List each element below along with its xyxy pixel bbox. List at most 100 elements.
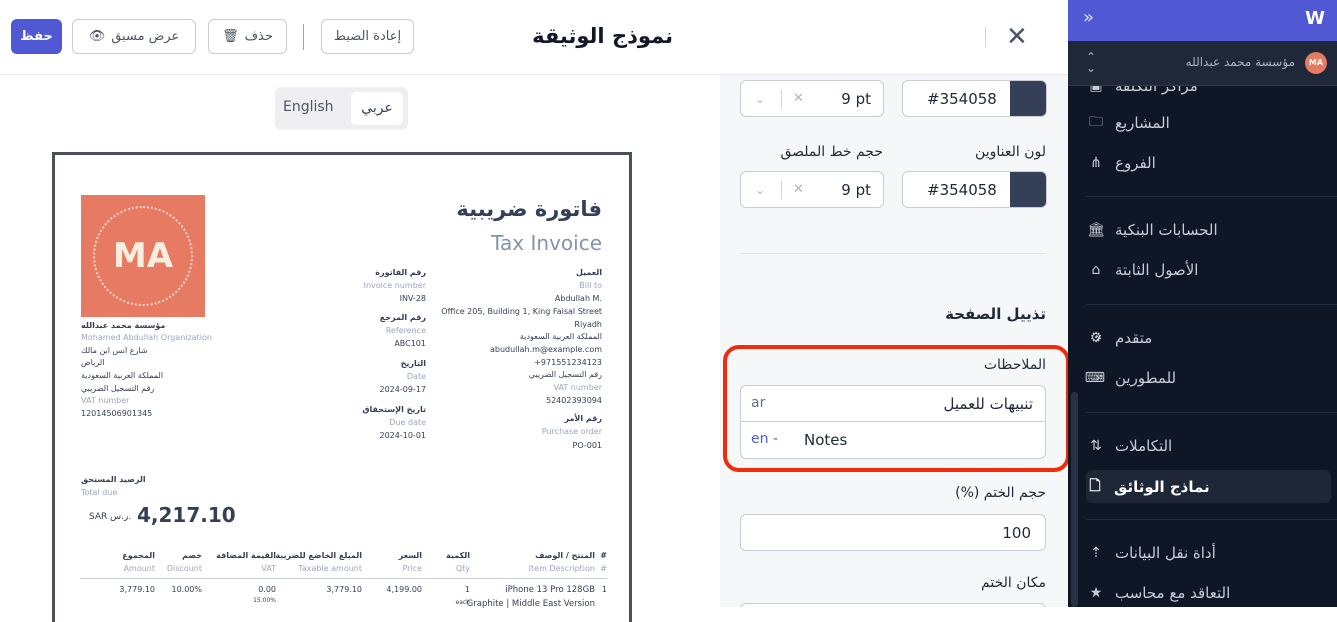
- eye-icon: 👁: [88, 29, 106, 44]
- close-icon[interactable]: ✕: [1006, 22, 1028, 52]
- notes-ar-input[interactable]: ar تنبيهات للعميل: [741, 386, 1045, 422]
- sidebar-divider: [1086, 196, 1337, 197]
- delete-button[interactable]: 🗑 حذف: [208, 19, 287, 54]
- chevron-left-icon[interactable]: ‹: [1095, 330, 1101, 346]
- sidebar-item-document-templates[interactable]: 🗋 نماذج الوثائق: [1086, 470, 1331, 503]
- document-template-icon: 🗋: [1089, 477, 1101, 494]
- row-num: 1: [601, 585, 607, 594]
- label-font-size-select[interactable]: ⌄ ✕ 9 pt: [740, 171, 884, 208]
- sidebar-item-advanced[interactable]: ⚙ متقدم ‹: [1087, 322, 1327, 354]
- folder-icon: 🗀: [1089, 114, 1103, 130]
- bill-to-label: العميل: [575, 268, 602, 277]
- sidebar-item-label: المشاريع: [1115, 114, 1170, 132]
- sidebar-item-label: أداة نقل البيانات: [1115, 544, 1216, 562]
- sidebar-item-hire-accountant[interactable]: ★ التعاقد مع محاسب: [1087, 577, 1327, 607]
- col-header-en: Amount: [123, 564, 155, 573]
- sidebar-item-label: الحسابات البنكية: [1115, 221, 1218, 239]
- headings-color-field[interactable]: #354058: [902, 171, 1047, 208]
- preview-button[interactable]: 👁 عرض مسبق: [72, 19, 196, 54]
- sidebar-item-label: نماذج الوثائق: [1114, 477, 1210, 496]
- chevron-down-icon[interactable]: ⌄: [755, 92, 765, 106]
- sidebar-item-data-migration[interactable]: ⇡ أداة نقل البيانات: [1087, 537, 1327, 569]
- meta-label-en: Date: [406, 372, 426, 381]
- sidebar: » W ▣ مراكز التكلفة ⌃ ⌄ مؤسسة محمد عبدالله…: [1068, 0, 1337, 607]
- clear-icon[interactable]: ✕: [793, 91, 804, 106]
- chevron-left-icon[interactable]: ‹: [1095, 370, 1101, 386]
- customer-city: Riyadh: [574, 320, 602, 329]
- sidebar-item-projects[interactable]: 🗀 المشاريع: [1087, 107, 1327, 139]
- sidebar-item-label: للمطورين: [1115, 369, 1177, 387]
- col-header-en: Qty: [455, 564, 470, 573]
- sidebar-top-bar: » W: [1068, 0, 1337, 41]
- meta-label-en: Due date: [389, 418, 426, 427]
- stamp-size-input[interactable]: 100: [740, 514, 1046, 551]
- chevron-down-icon[interactable]: ⌄: [755, 183, 765, 197]
- sidebar-item-label: التكاملات: [1115, 437, 1173, 455]
- col-header: الكمية: [446, 551, 470, 560]
- notes-en-input[interactable]: en - Notes: [741, 422, 1045, 458]
- color-field[interactable]: #354058: [902, 80, 1047, 117]
- divider: [985, 27, 986, 47]
- po-label: رقم الأمر: [564, 414, 602, 423]
- bank-icon: 🏛: [1087, 222, 1105, 238]
- org-name-en: Mohamed Abdullah Organization: [81, 333, 212, 342]
- select-divider: [781, 181, 782, 199]
- notes-en-value: Notes: [804, 431, 848, 449]
- font-size-select[interactable]: ⌄ ✕ 9 pt: [740, 80, 884, 117]
- stamp-size-value: 100: [1002, 523, 1031, 542]
- meta-value: 2024-10-01: [379, 431, 427, 440]
- stamp-position-select[interactable]: [740, 603, 1046, 607]
- invoice-preview: MA مؤسسة محمد عبدالله Mohamed Abdullah O…: [52, 152, 632, 622]
- language-english[interactable]: English: [283, 99, 334, 115]
- sidebar-item-developers[interactable]: ⌨ للمطورين ‹: [1085, 362, 1327, 394]
- items-table: # المنتج / الوصف الكمية السعر المبلغ الخ…: [81, 548, 607, 622]
- integrations-icon: ⇅: [1090, 438, 1102, 454]
- sidebar-item-label: التعاقد مع محاسب: [1115, 584, 1231, 602]
- stamp-size-label: حجم الختم (%): [955, 485, 1046, 501]
- col-header-en: Price: [402, 564, 422, 573]
- col-header-en: Item Description: [528, 564, 595, 573]
- color-swatch[interactable]: [1010, 172, 1046, 207]
- sidebar-item-integrations[interactable]: ⇅ التكاملات: [1087, 430, 1327, 462]
- organization-switcher[interactable]: ⌃ ⌄ مؤسسة محمد عبدالله MA: [1068, 41, 1337, 86]
- clear-icon[interactable]: ✕: [793, 182, 804, 197]
- color-value: #354058: [927, 89, 997, 108]
- col-header: السعر: [398, 551, 422, 560]
- sidebar-divider: [1086, 519, 1337, 520]
- customer-vat-label: رقم التسجيل الضريبي: [528, 370, 602, 379]
- customer-address: Office 205, Building 1, King Faisal Stre…: [441, 307, 602, 316]
- sidebar-item-bank-accounts[interactable]: 🏛 الحسابات البنكية: [1087, 214, 1327, 246]
- row-price: 4,199.00: [386, 585, 422, 594]
- sidebar-item-branches[interactable]: ⋔ الفروع: [1087, 147, 1327, 179]
- org-city: الرياض: [81, 358, 105, 367]
- row-qty: 1: [464, 585, 470, 594]
- label-font-size-label: حجم خط الملصق: [780, 144, 883, 160]
- row-item: iPhone 13 Pro 128GB: [505, 585, 595, 595]
- save-label: حفظ: [20, 29, 53, 44]
- sidebar-item-label: الأصول الثابتة: [1115, 261, 1199, 279]
- col-header-en: #: [600, 564, 607, 573]
- language-arabic[interactable]: عربي: [351, 92, 403, 125]
- headings-color-label: لون العناوين: [975, 144, 1046, 160]
- reset-button[interactable]: إعادة الضبط: [321, 19, 414, 54]
- notes-ar-value: تنبيهات للعميل: [943, 395, 1033, 413]
- row-unit: each: [455, 599, 470, 606]
- save-button[interactable]: حفظ: [11, 19, 62, 54]
- color-value: #354058: [927, 180, 997, 199]
- sidebar-scrollbar[interactable]: [1071, 392, 1078, 607]
- row-vat: 0.00: [258, 585, 276, 594]
- meta-value: INV-28: [399, 294, 426, 303]
- color-swatch[interactable]: [1010, 81, 1046, 116]
- collapse-sidebar-icon[interactable]: »: [1083, 7, 1094, 28]
- row-vat-rate: 15.00%: [253, 597, 276, 604]
- col-header: #: [600, 551, 607, 560]
- branches-icon: ⋔: [1090, 155, 1102, 171]
- sidebar-item-fixed-assets[interactable]: ⌂ الأصول الثابتة: [1087, 254, 1327, 286]
- size-value: 9 pt: [841, 180, 871, 199]
- avatar: MA: [1305, 52, 1327, 74]
- delete-label: حذف: [244, 29, 273, 44]
- org-name: مؤسسة محمد عبدالله: [1185, 55, 1295, 69]
- lang-tag-en: en -: [751, 431, 778, 447]
- trash-icon: 🗑: [222, 29, 239, 44]
- sidebar-item-label: متقدم: [1115, 329, 1153, 347]
